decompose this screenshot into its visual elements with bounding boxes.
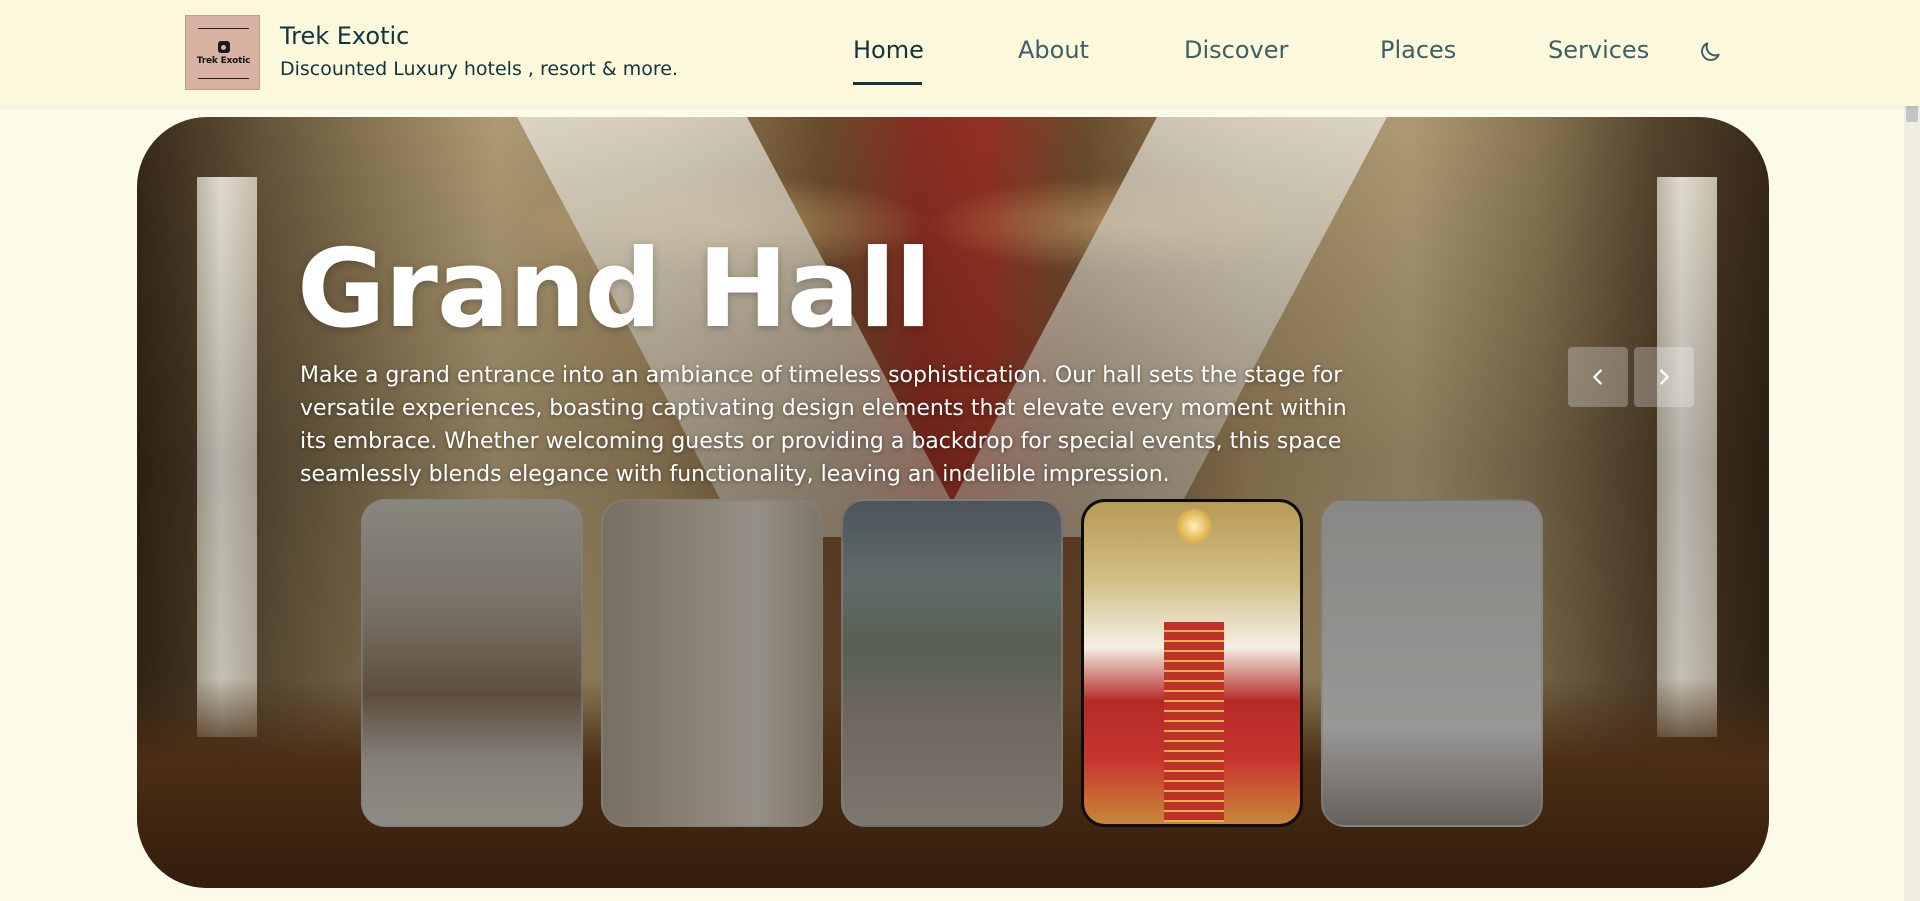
logo-mark-icon [217,41,230,53]
thumbnail-dining-hall[interactable] [841,499,1063,827]
nav-places[interactable]: Places [1380,36,1456,64]
nav-services[interactable]: Services [1548,36,1649,64]
thumbnail-bedroom[interactable] [1321,499,1543,827]
thumbnail-dim [1323,501,1541,825]
hero-carousel: Grand Hall Make a grand entrance into an… [137,117,1769,888]
logo-text: Trek Exotic [196,56,251,66]
thumbnail-living-room[interactable] [601,499,823,827]
thumbnail-dim [603,501,821,825]
thumbnail-dim [843,501,1061,825]
thumbnail-lounge[interactable] [361,499,583,827]
thumbnail-grand-hall[interactable] [1081,499,1303,827]
nav-discover[interactable]: Discover [1184,36,1288,64]
chevron-right-icon [1660,369,1669,385]
thumbnail-dim [363,501,581,825]
brand-title[interactable]: Trek Exotic [280,22,409,50]
hero-title: Grand Hall [297,227,932,352]
carousel-next-button[interactable] [1634,347,1694,407]
brand-subtitle: Discounted Luxury hotels , resort & more… [280,58,678,80]
brand-logo[interactable]: Trek Exotic [185,15,260,90]
logo-inner: Trek Exotic [196,28,251,79]
nav-about[interactable]: About [1018,36,1089,64]
moon-icon[interactable] [1697,39,1723,65]
chandelier-image [1176,508,1212,544]
site-header: Trek Exotic Trek Exotic Discounted Luxur… [0,0,1920,106]
nav-active-indicator [853,82,922,85]
page-scrollbar[interactable] [1904,0,1920,901]
red-carpet-stairs-image [1164,622,1224,822]
carousel-prev-button[interactable] [1568,347,1628,407]
hero-description: Make a grand entrance into an ambiance o… [300,363,1347,487]
nav-home[interactable]: Home [853,36,924,64]
chevron-left-icon [1593,369,1602,385]
